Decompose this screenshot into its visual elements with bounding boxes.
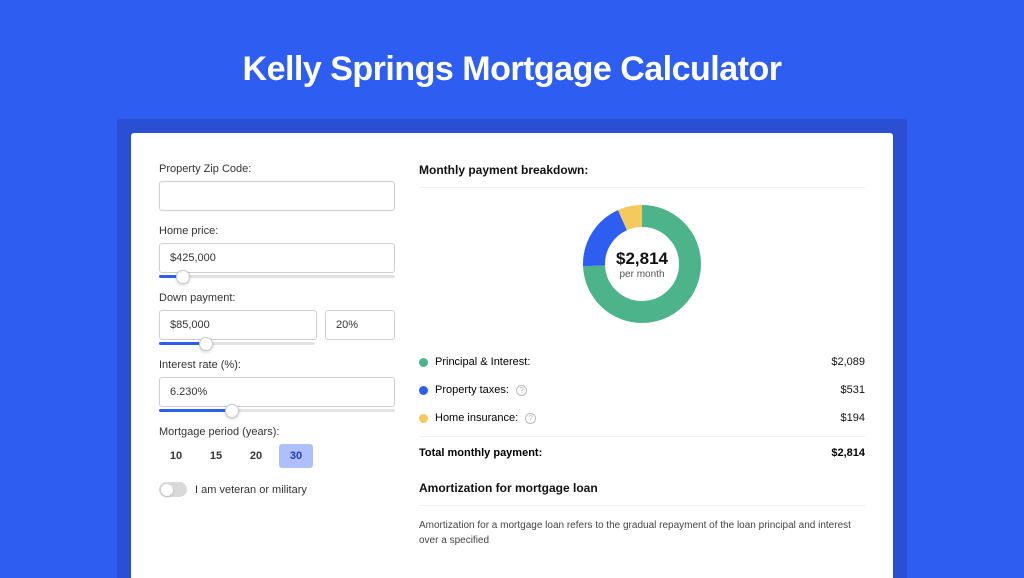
period-label: Mortgage period (years):	[159, 426, 395, 438]
row-taxes-label: Property taxes:	[435, 384, 509, 396]
amortization-section: Amortization for mortgage loan Amortizat…	[419, 481, 865, 548]
info-taxes-icon[interactable]: ?	[516, 385, 527, 396]
row-principal-label: Principal & Interest:	[435, 356, 530, 368]
breakdown-heading: Monthly payment breakdown:	[419, 163, 865, 188]
period-buttons: 10 15 20 30	[159, 444, 395, 468]
page-title: Kelly Springs Mortgage Calculator	[0, 50, 1024, 89]
veteran-toggle[interactable]	[159, 482, 187, 497]
period-group: Mortgage period (years): 10 15 20 30	[159, 426, 395, 468]
home-price-slider-handle[interactable]	[176, 270, 190, 284]
interest-slider-handle[interactable]	[225, 404, 239, 418]
payment-donut-chart: $2,814 per month	[580, 202, 704, 326]
dot-insurance-icon	[419, 414, 428, 423]
zip-field-group: Property Zip Code:	[159, 163, 395, 211]
row-insurance-value: $194	[841, 412, 865, 424]
zip-label: Property Zip Code:	[159, 163, 395, 175]
info-insurance-icon[interactable]: ?	[525, 413, 536, 424]
row-taxes: Property taxes: ? $531	[419, 376, 865, 404]
veteran-row: I am veteran or military	[159, 482, 395, 497]
row-insurance: Home insurance: ? $194	[419, 404, 865, 432]
amortization-heading: Amortization for mortgage loan	[419, 481, 865, 506]
donut-amount: $2,814	[616, 249, 668, 269]
interest-slider-fill	[159, 409, 232, 412]
calculator-card: Property Zip Code: Home price: Down paym…	[131, 133, 893, 578]
interest-group: Interest rate (%):	[159, 359, 395, 412]
total-label: Total monthly payment:	[419, 447, 542, 459]
down-payment-input[interactable]	[159, 310, 317, 340]
row-taxes-value: $531	[841, 384, 865, 396]
down-payment-slider-handle[interactable]	[199, 337, 213, 351]
period-btn-15[interactable]: 15	[199, 444, 233, 468]
down-payment-slider[interactable]	[159, 342, 315, 345]
down-payment-label: Down payment:	[159, 292, 395, 304]
total-value: $2,814	[831, 447, 865, 459]
dot-principal-icon	[419, 358, 428, 367]
home-price-slider[interactable]	[159, 275, 395, 278]
interest-input[interactable]	[159, 377, 395, 407]
row-insurance-label: Home insurance:	[435, 412, 518, 424]
row-principal-value: $2,089	[831, 356, 865, 368]
donut-center: $2,814 per month	[580, 202, 704, 326]
card-container: Property Zip Code: Home price: Down paym…	[117, 119, 907, 578]
breakdown-column: Monthly payment breakdown: $2,814 per mo…	[419, 163, 865, 548]
interest-label: Interest rate (%):	[159, 359, 395, 371]
donut-wrap: $2,814 per month	[419, 202, 865, 326]
veteran-label: I am veteran or military	[195, 484, 307, 496]
home-price-group: Home price:	[159, 225, 395, 278]
inputs-column: Property Zip Code: Home price: Down paym…	[159, 163, 395, 548]
down-payment-pct-input[interactable]	[325, 310, 395, 340]
donut-sub: per month	[619, 269, 664, 280]
period-btn-10[interactable]: 10	[159, 444, 193, 468]
home-price-label: Home price:	[159, 225, 395, 237]
interest-slider[interactable]	[159, 409, 395, 412]
amortization-text: Amortization for a mortgage loan refers …	[419, 518, 865, 548]
period-btn-30[interactable]: 30	[279, 444, 313, 468]
row-total: Total monthly payment: $2,814	[419, 436, 865, 459]
row-principal: Principal & Interest: $2,089	[419, 348, 865, 376]
down-payment-group: Down payment:	[159, 292, 395, 345]
zip-input[interactable]	[159, 181, 395, 211]
dot-taxes-icon	[419, 386, 428, 395]
period-btn-20[interactable]: 20	[239, 444, 273, 468]
home-price-input[interactable]	[159, 243, 395, 273]
